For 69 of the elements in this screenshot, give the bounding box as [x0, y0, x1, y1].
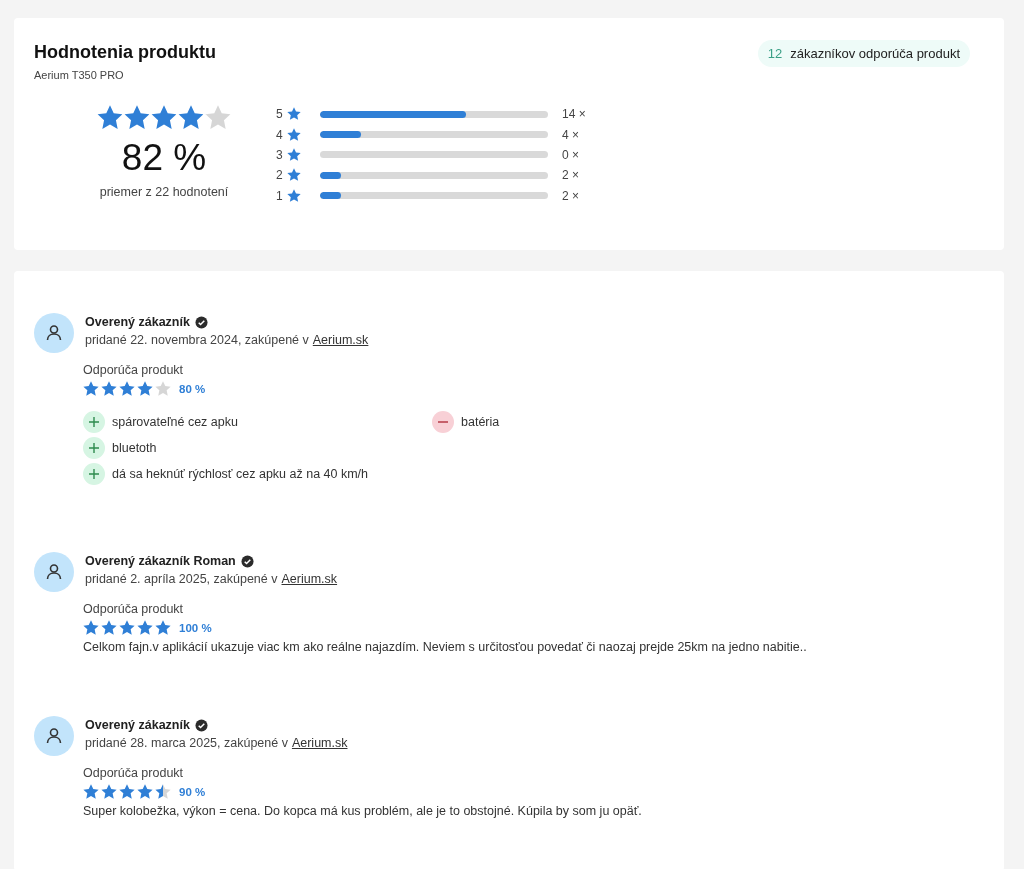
- rating-percent: 100 %: [179, 622, 212, 634]
- plus-icon: [83, 411, 105, 433]
- star-icon: [155, 620, 171, 636]
- author-name: Overený zákazník Roman: [85, 554, 236, 568]
- review-date: pridané 22. novembra 2024, zakúpené v: [85, 333, 309, 347]
- star-icon: [287, 127, 301, 142]
- con-text: batéria: [461, 415, 500, 429]
- star-icon: [97, 105, 123, 131]
- rating-count: 4 ×: [562, 127, 579, 142]
- plus-icon: [83, 437, 105, 459]
- recommend-text: zákazníkov odporúča produkt: [790, 46, 960, 61]
- star-icon: [124, 105, 150, 131]
- star-icon: [83, 784, 99, 800]
- rating-percent: 80 %: [179, 383, 206, 395]
- star-icon: [83, 620, 99, 636]
- rating-count: 2 ×: [562, 168, 579, 183]
- review-text: Super kolobežka, výkon = cena. Do kopca má kus problém, ale je to obstojné. Kúpila by som ju opäť.: [83, 804, 643, 818]
- pro-text: bluetoth: [112, 441, 157, 455]
- shop-link[interactable]: Aerium.sk: [312, 333, 369, 347]
- star-icon: [137, 381, 153, 397]
- pro-text: dá sa heknúť rýchlosť cez apku až na 40 km/h: [112, 467, 369, 481]
- plus-icon: [83, 463, 105, 485]
- review-date: pridané 28. marca 2025, zakúpené v: [85, 736, 288, 750]
- average-percent: 82 %: [121, 137, 207, 179]
- star-icon: [101, 620, 117, 636]
- pro-text: spárovateľné cez apku: [112, 415, 238, 429]
- star-icon: [119, 620, 135, 636]
- review-date: pridané 2. apríla 2025, zakúpené v: [85, 572, 278, 586]
- star-icon: [178, 105, 204, 131]
- recommend-label: Odporúča produkt: [83, 363, 185, 377]
- star-icon: [155, 381, 171, 397]
- rating-count: 14 ×: [562, 107, 586, 122]
- star-icon: [119, 784, 135, 800]
- star-label: 4: [276, 127, 284, 142]
- shop-link[interactable]: Aerium.sk: [291, 736, 348, 750]
- product-name: Aerium T350 PRO: [34, 69, 125, 81]
- star-label: 3: [276, 147, 284, 162]
- star-label: 5: [276, 107, 284, 122]
- average-caption: priemer z 22 hodnotení: [99, 185, 229, 199]
- rating-percent: 90 %: [179, 786, 206, 798]
- star-icon: [137, 620, 153, 636]
- star-icon: [155, 784, 171, 800]
- recommend-label: Odporúča produkt: [83, 766, 185, 780]
- recommend-count: 12: [767, 46, 783, 61]
- star-label: 2: [276, 168, 284, 183]
- rating-count: 0 ×: [562, 147, 579, 162]
- minus-icon: [432, 411, 454, 433]
- shop-link[interactable]: Aerium.sk: [281, 572, 338, 586]
- rating-count: 2 ×: [562, 188, 579, 203]
- author-name: Overený zákazník: [85, 718, 190, 732]
- avatar-icon: [34, 716, 74, 756]
- star-icon: [101, 381, 117, 397]
- star-label: 1: [276, 188, 284, 203]
- star-icon: [137, 784, 153, 800]
- review-text: Celkom fajn.v aplikácií ukazuje viac km ako reálne najazdím. Neviem s určitosťou povedať či naozaj prejde 25km na jedno nabitie..: [83, 640, 808, 654]
- star-icon: [287, 147, 301, 162]
- section-title: Hodnotenia produktu: [34, 42, 216, 63]
- star-icon: [287, 168, 301, 183]
- star-icon: [83, 381, 99, 397]
- star-icon: [287, 188, 301, 203]
- avatar-icon: [34, 313, 74, 353]
- star-icon: [287, 107, 301, 122]
- star-icon: [151, 105, 177, 131]
- star-icon: [101, 784, 117, 800]
- author-name: Overený zákazník: [85, 315, 190, 329]
- star-icon: [119, 381, 135, 397]
- star-icon: [205, 105, 231, 131]
- recommend-label: Odporúča produkt: [83, 602, 185, 616]
- avatar-icon: [34, 552, 74, 592]
